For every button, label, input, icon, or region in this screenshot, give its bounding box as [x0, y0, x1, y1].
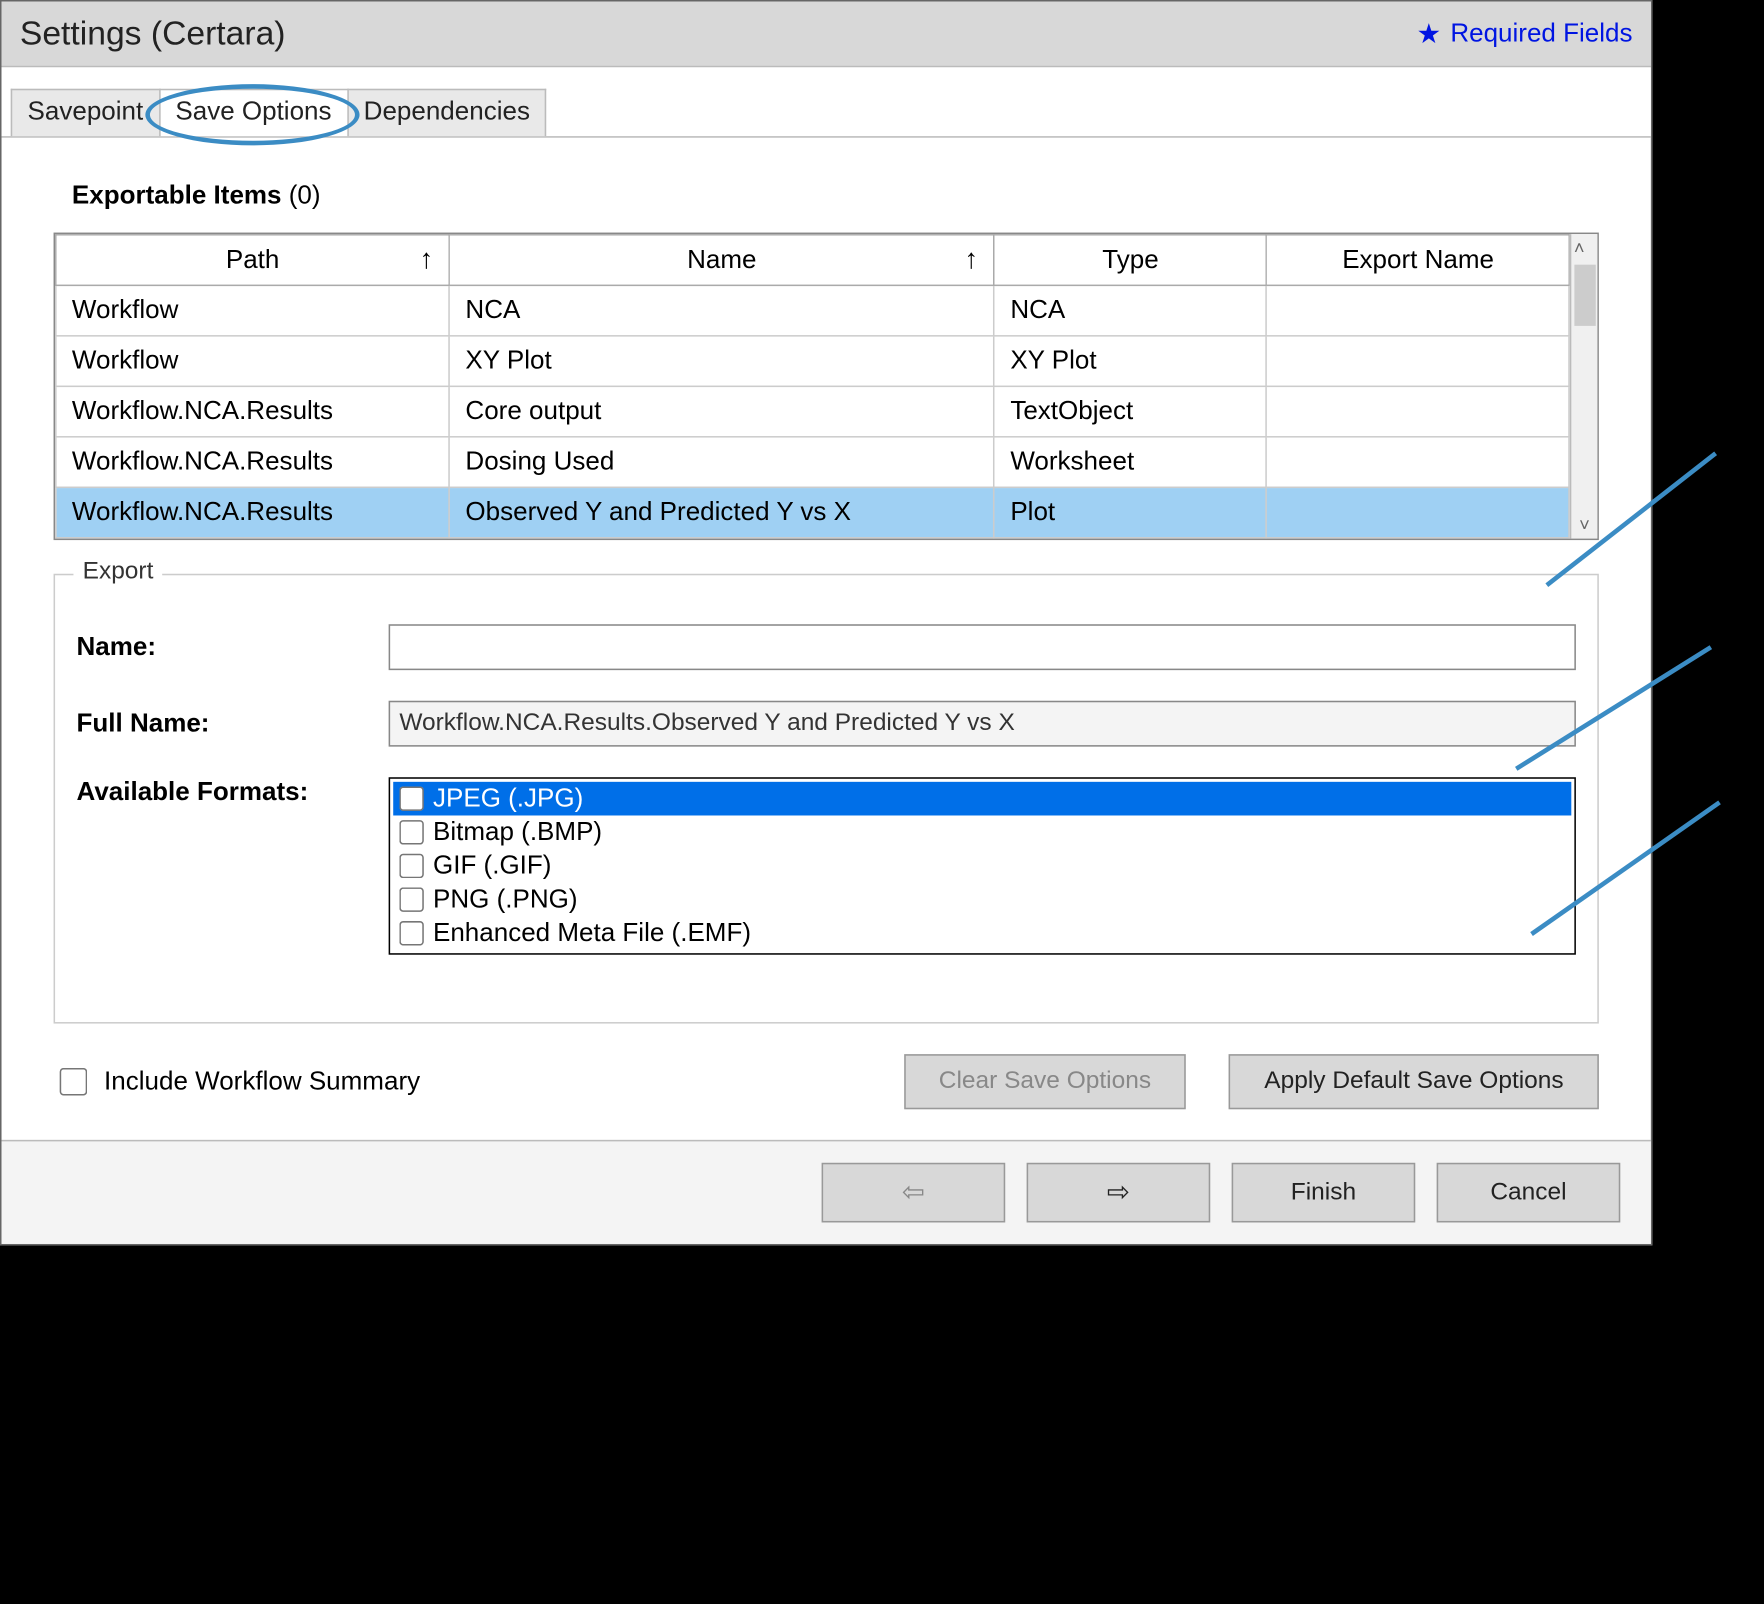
table-cell: TextObject — [994, 386, 1266, 436]
exportable-items-heading: Exportable Items (0) — [72, 181, 1599, 212]
table-cell: NCA — [994, 285, 1266, 335]
table-row[interactable]: Workflow.NCA.ResultsObserved Y and Predi… — [56, 487, 1570, 537]
tabs-bar: Savepoint Save Options Dependencies — [2, 67, 1651, 137]
format-item[interactable]: PNG (.PNG) — [393, 883, 1571, 917]
required-fields-label: ★ Required Fields — [1416, 18, 1632, 50]
table-row[interactable]: WorkflowXY PlotXY Plot — [56, 336, 1570, 386]
export-fullname-input — [389, 701, 1576, 747]
format-item[interactable]: GIF (.GIF) — [393, 849, 1571, 883]
available-formats-list[interactable]: JPEG (.JPG)Bitmap (.BMP)GIF (.GIF)PNG (.… — [389, 777, 1576, 954]
table-cell: Dosing Used — [449, 437, 994, 487]
table-cell: Observed Y and Predicted Y vs X — [449, 487, 994, 537]
table-cell — [1267, 285, 1570, 335]
table-row[interactable]: WorkflowNCANCA — [56, 285, 1570, 335]
back-button[interactable]: ⇦ — [822, 1163, 1006, 1223]
exportable-items-table-wrap: Path ↑ Name ↑ Type Export Name — [54, 233, 1599, 541]
format-checkbox[interactable] — [399, 921, 423, 945]
format-checkbox[interactable] — [399, 820, 423, 844]
format-label: PNG (.PNG) — [433, 884, 578, 915]
export-legend: Export — [73, 558, 162, 586]
table-cell: Workflow.NCA.Results — [56, 487, 450, 537]
table-cell — [1267, 336, 1570, 386]
table-cell — [1267, 487, 1570, 537]
table-row[interactable]: Workflow.NCA.ResultsDosing UsedWorksheet — [56, 437, 1570, 487]
table-cell: XY Plot — [994, 336, 1266, 386]
arrow-left-icon: ⇦ — [902, 1177, 925, 1208]
table-row[interactable]: Workflow.NCA.ResultsCore outputTextObjec… — [56, 386, 1570, 436]
tab-dependencies[interactable]: Dependencies — [347, 89, 547, 136]
tab-savepoint[interactable]: Savepoint — [11, 89, 160, 136]
table-cell: XY Plot — [449, 336, 994, 386]
sort-up-icon: ↑ — [420, 243, 434, 275]
table-cell: Workflow.NCA.Results — [56, 437, 450, 487]
table-cell: Workflow — [56, 285, 450, 335]
format-checkbox[interactable] — [399, 854, 423, 878]
scroll-down-icon[interactable]: ˅ — [1579, 511, 1590, 539]
sort-up-icon: ↑ — [964, 243, 978, 275]
window-title: Settings (Certara) — [20, 14, 286, 54]
table-cell: Workflow — [56, 336, 450, 386]
table-cell — [1267, 437, 1570, 487]
export-name-label: Name: — [77, 632, 368, 663]
scroll-up-icon[interactable]: ˄ — [1574, 234, 1595, 262]
format-label: GIF (.GIF) — [433, 851, 551, 882]
scroll-thumb[interactable] — [1574, 265, 1595, 326]
export-fullname-label: Full Name: — [77, 708, 368, 739]
finish-button[interactable]: Finish — [1232, 1163, 1416, 1223]
table-cell: Core output — [449, 386, 994, 436]
format-label: Enhanced Meta File (.EMF) — [433, 918, 751, 949]
settings-window: Settings (Certara) ★ Required Fields Sav… — [0, 0, 1652, 1245]
export-group: Export Name: Full Name: Available Format… — [54, 574, 1599, 1024]
tab-save-options[interactable]: Save Options — [159, 89, 349, 136]
format-item[interactable]: JPEG (.JPG) — [393, 782, 1571, 816]
next-button[interactable]: ⇨ — [1027, 1163, 1211, 1223]
format-checkbox[interactable] — [399, 887, 423, 911]
table-cell — [1267, 386, 1570, 436]
available-formats-label: Available Formats: — [77, 777, 368, 808]
format-item[interactable]: Enhanced Meta File (.EMF) — [393, 916, 1571, 950]
col-path[interactable]: Path ↑ — [56, 235, 450, 285]
format-checkbox[interactable] — [399, 786, 423, 810]
format-label: Bitmap (.BMP) — [433, 817, 602, 848]
col-name[interactable]: Name ↑ — [449, 235, 994, 285]
col-type[interactable]: Type — [994, 235, 1266, 285]
col-export-name[interactable]: Export Name — [1267, 235, 1570, 285]
format-label: JPEG (.JPG) — [433, 783, 583, 814]
exportable-items-table[interactable]: Path ↑ Name ↑ Type Export Name — [55, 234, 1570, 538]
table-cell: Plot — [994, 487, 1266, 537]
table-scrollbar[interactable]: ˄ ˅ — [1570, 234, 1597, 538]
star-icon: ★ — [1416, 18, 1441, 50]
table-cell: NCA — [449, 285, 994, 335]
include-workflow-summary-checkbox[interactable]: Include Workflow Summary — [54, 1063, 861, 1100]
format-item[interactable]: Bitmap (.BMP) — [393, 815, 1571, 849]
clear-save-options-button[interactable]: Clear Save Options — [904, 1054, 1187, 1109]
wizard-footer: ⇦ ⇨ Finish Cancel — [2, 1140, 1651, 1244]
titlebar: Settings (Certara) ★ Required Fields — [2, 2, 1651, 68]
table-cell: Worksheet — [994, 437, 1266, 487]
table-cell: Workflow.NCA.Results — [56, 386, 450, 436]
arrow-right-icon: ⇨ — [1107, 1177, 1130, 1208]
cancel-button[interactable]: Cancel — [1437, 1163, 1621, 1223]
export-name-input[interactable] — [389, 624, 1576, 670]
apply-default-save-options-button[interactable]: Apply Default Save Options — [1229, 1054, 1599, 1109]
